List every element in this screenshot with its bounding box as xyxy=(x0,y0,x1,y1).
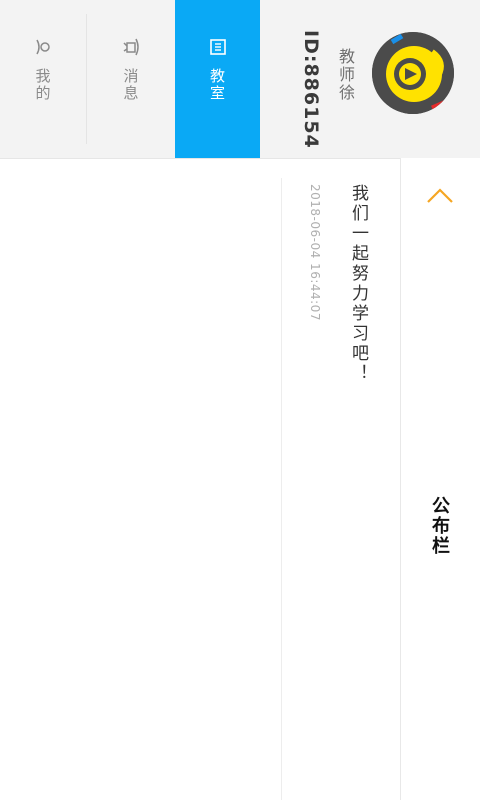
tab-mine-label: 我的 xyxy=(33,68,52,102)
chevron-up-icon[interactable] xyxy=(426,186,454,206)
tab-classroom-label: 教室 xyxy=(208,68,226,102)
user-name: 教师徐 xyxy=(336,48,355,102)
classroom-icon xyxy=(207,36,229,58)
tab-messages-label: 消息 xyxy=(121,68,140,102)
bulletin-column xyxy=(400,158,480,800)
speaker-icon xyxy=(120,36,142,58)
top-header: 我的 消息 教室 ID:886154 教师徐 xyxy=(0,0,480,159)
bulletin-title: 公布栏 xyxy=(429,496,450,556)
post-divider xyxy=(281,178,282,800)
post-content: 我们一起努力学习吧！ xyxy=(348,184,368,384)
user-id: ID:886154 xyxy=(300,30,322,149)
avatar[interactable] xyxy=(372,32,454,114)
post-timestamp: 2018-06-04 16:44:07 xyxy=(308,184,322,321)
tab-mine[interactable]: 我的 xyxy=(0,0,86,158)
tab-classroom[interactable]: 教室 xyxy=(175,0,260,158)
person-icon xyxy=(32,36,54,58)
tab-divider xyxy=(86,14,87,144)
avatar-image xyxy=(372,32,454,114)
tab-messages[interactable]: 消息 xyxy=(88,0,174,158)
